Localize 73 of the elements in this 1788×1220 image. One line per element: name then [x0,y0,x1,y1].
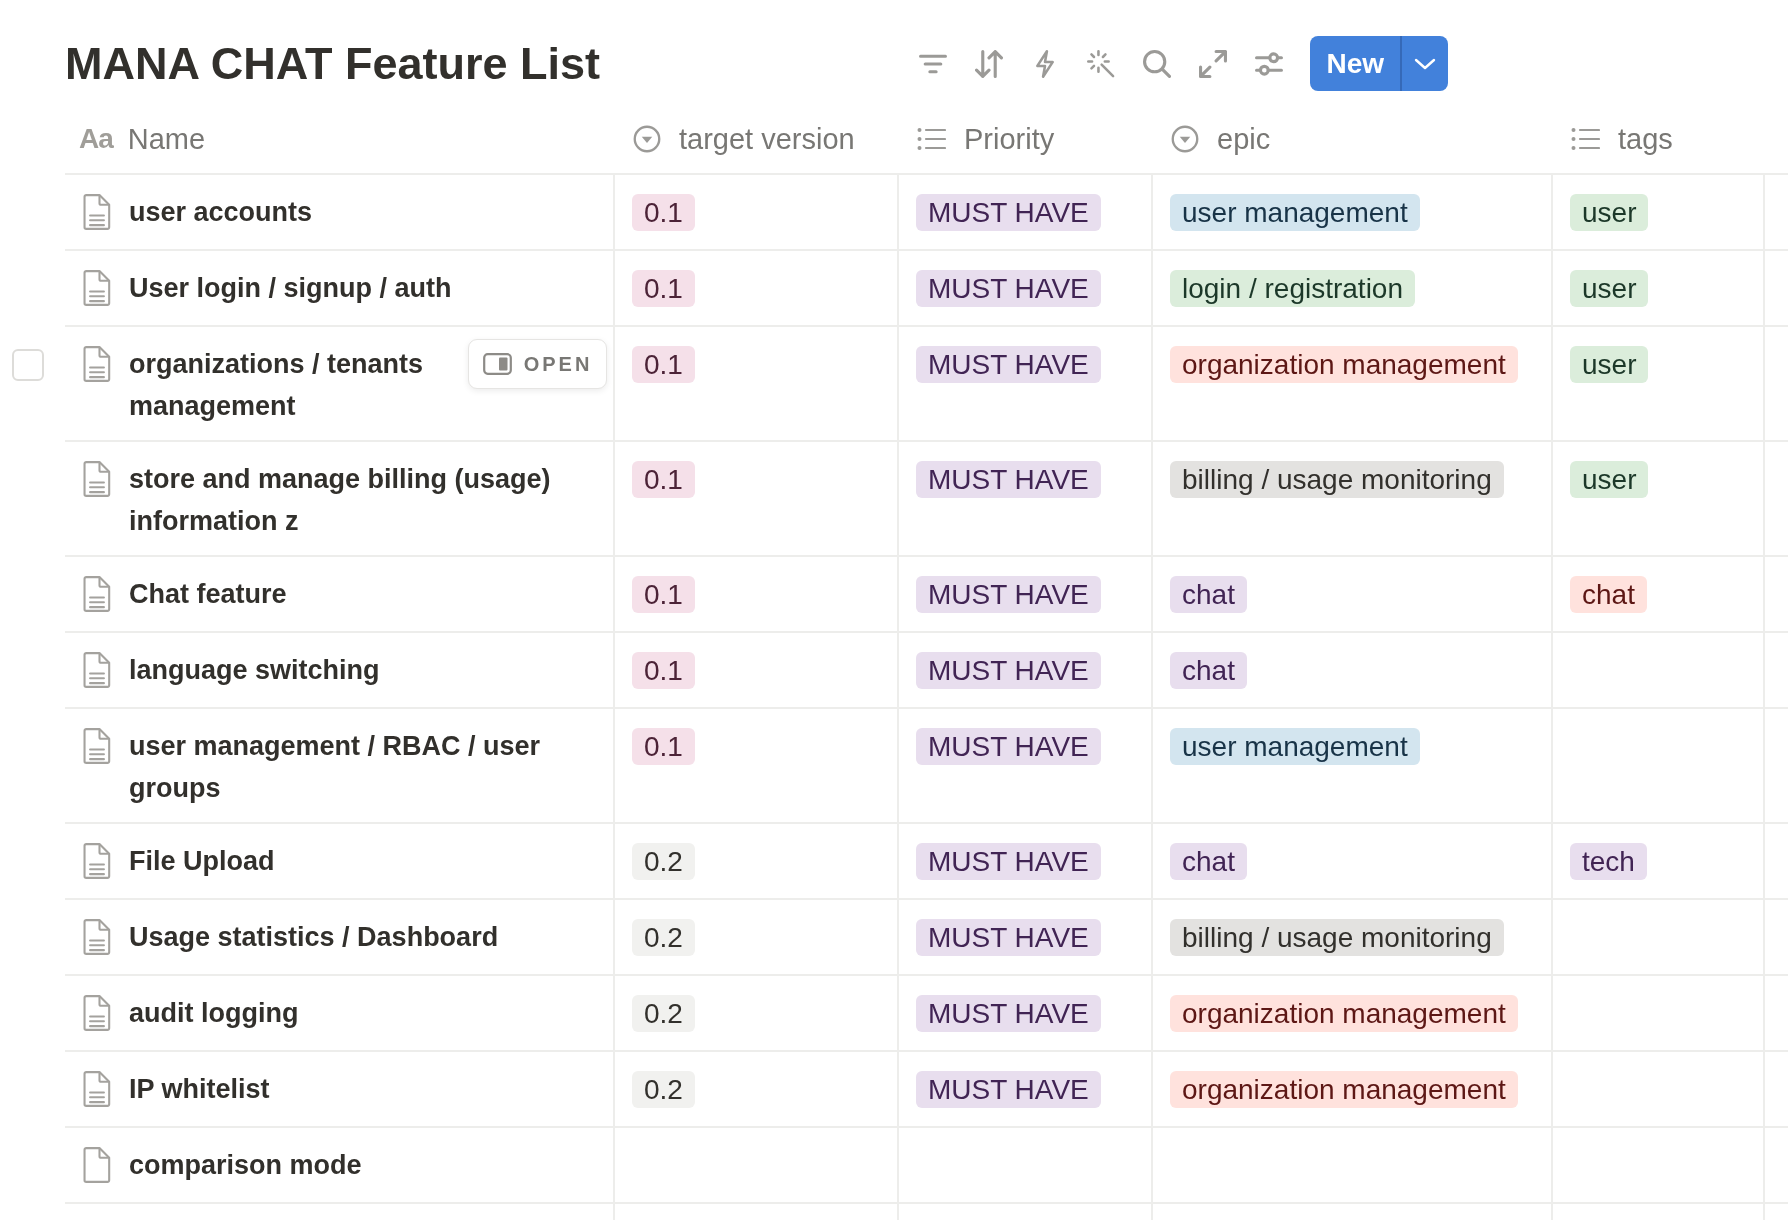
row-title[interactable]: Chat feature [129,573,287,615]
dropdown-button[interactable] [1400,36,1448,91]
epic-tag: login / registration [1170,270,1415,307]
epic-tag: organization management [1170,346,1518,383]
list-icon [917,127,946,151]
priority-tag: MUST HAVE [916,576,1101,613]
row-title[interactable]: File Upload [129,840,275,882]
version-tag: 0.2 [632,843,695,880]
version-tag: 0.2 [632,995,695,1032]
sort-icon[interactable] [975,49,1004,78]
row-title[interactable]: comparison mode [129,1144,362,1186]
column-header[interactable]: Name [127,122,206,156]
row-title[interactable]: store and manage billing (usage) information z [129,458,573,542]
version-tag: 0.1 [632,270,695,307]
priority-tag: MUST HAVE [916,194,1101,231]
priority-tag: MUST HAVE [916,461,1101,498]
sliders-icon[interactable] [1255,49,1284,78]
topic-tag: chat [1570,576,1647,613]
row-title[interactable]: User login / signup / auth [129,267,452,309]
epic-tag: organization management [1170,995,1518,1032]
version-tag: 0.1 [632,194,695,231]
row-title[interactable]: user management / RBAC / user groups [129,725,573,809]
priority-tag: MUST HAVE [916,728,1101,765]
topic-tag: user [1570,461,1649,498]
priority-tag: MUST HAVE [916,346,1101,383]
row-checkbox[interactable] [12,349,44,381]
row-title[interactable]: user accounts [129,191,313,233]
epic-tag: billing / usage monitoring [1170,919,1504,956]
topic-tag: user [1570,270,1649,307]
version-tag: 0.1 [632,346,695,383]
priority-tag: MUST HAVE [916,1071,1101,1108]
epic-tag: billing / usage monitoring [1170,461,1504,498]
open-button[interactable]: OPEN [468,339,607,389]
column-header[interactable]: target version [679,122,855,156]
column-header[interactable]: tags [1618,122,1673,156]
row-title[interactable]: IP whitelist [129,1068,270,1110]
row-title[interactable]: audit logging [129,992,299,1034]
column-header[interactable]: epic [1217,122,1271,156]
version-tag: 0.1 [632,728,695,765]
priority-tag: MUST HAVE [916,843,1101,880]
page-title: MANA CHAT Feature List [65,36,600,91]
column-header[interactable]: Priority [964,122,1055,156]
row-title[interactable]: organizations / tenants management [129,343,463,427]
epic-tag: user management [1170,194,1420,231]
epic-tag: chat [1170,843,1247,880]
version-tag: 0.1 [632,576,695,613]
chevron-down-icon [1414,57,1436,70]
list-icon [1571,127,1600,151]
epic-tag: chat [1170,652,1247,689]
text-type-glyph: Aa [79,123,113,155]
priority-tag: MUST HAVE [916,995,1101,1032]
select-circle-icon [633,125,661,153]
new-button[interactable]: New [1310,36,1400,91]
version-tag: 0.1 [632,652,695,689]
priority-tag: MUST HAVE [916,270,1101,307]
version-tag: 0.2 [632,1071,695,1108]
topic-tag: user [1570,346,1649,383]
version-tag: 0.2 [632,919,695,956]
side-panel-icon [482,353,512,375]
row-title[interactable]: language switching [129,649,380,691]
expand-icon[interactable] [1199,49,1228,78]
epic-tag: chat [1170,576,1247,613]
select-circle-icon [1171,125,1199,153]
epic-tag: user management [1170,728,1420,765]
topic-tag: tech [1570,843,1647,880]
version-tag: 0.1 [632,461,695,498]
topic-tag: user [1570,194,1649,231]
wand-sparkle-icon[interactable] [1087,49,1116,78]
priority-tag: MUST HAVE [916,919,1101,956]
priority-tag: MUST HAVE [916,652,1101,689]
search-icon[interactable] [1143,49,1172,78]
row-title[interactable]: Usage statistics / Dashboard [129,916,499,958]
epic-tag: organization management [1170,1071,1518,1108]
